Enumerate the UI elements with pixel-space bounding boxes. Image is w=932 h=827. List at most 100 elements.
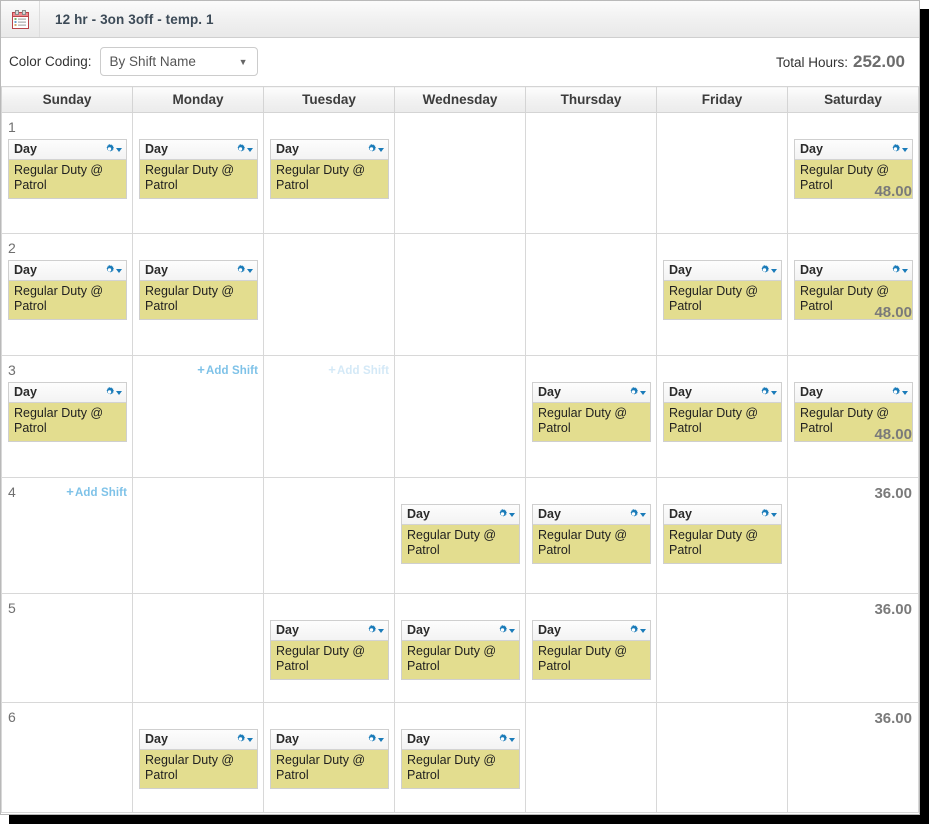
- shift-card[interactable]: Day Regular Duty @ Patrol: [139, 139, 258, 199]
- day-cell-wednesday-week-6[interactable]: +Add Shift Day Regular Duty @ Patrol: [394, 702, 526, 813]
- shift-menu-button[interactable]: [890, 265, 908, 276]
- shift-menu-button[interactable]: [497, 734, 515, 745]
- shift-card[interactable]: Day Regular Duty @ Patrol: [270, 729, 389, 789]
- day-cell-sunday-week-4[interactable]: 4 +Add Shift: [1, 477, 133, 594]
- shift-card[interactable]: Day Regular Duty @ Patrol: [270, 620, 389, 680]
- day-cell-friday-week-2[interactable]: +Add Shift Day Regular Duty @ Patrol: [656, 233, 788, 356]
- shift-menu-button[interactable]: [235, 144, 253, 155]
- chevron-down-icon: [640, 512, 646, 517]
- shift-menu-button[interactable]: [759, 387, 777, 398]
- day-cell-saturday-week-2[interactable]: +Add ShiftDayRegular Duty @ Patrol48.00: [787, 233, 919, 356]
- shift-card[interactable]: Day Regular Duty @ Patrol: [532, 620, 651, 680]
- color-coding-label: Color Coding:: [9, 54, 92, 69]
- shift-menu-button[interactable]: [497, 625, 515, 636]
- day-cell-wednesday-week-1[interactable]: +Add Shift: [394, 112, 526, 234]
- shift-menu-button[interactable]: [759, 265, 777, 276]
- shift-card-header: Day: [664, 505, 781, 525]
- shift-menu-button[interactable]: [497, 509, 515, 520]
- day-cell-monday-week-4[interactable]: +Add Shift: [132, 477, 264, 594]
- shift-card[interactable]: Day Regular Duty @ Patrol: [401, 620, 520, 680]
- shift-card-header: Day: [533, 621, 650, 641]
- shift-name: Day: [800, 142, 823, 157]
- shift-card[interactable]: Day Regular Duty @ Patrol: [8, 382, 127, 442]
- day-cell-tuesday-week-2[interactable]: +Add Shift: [263, 233, 395, 356]
- shift-name: Day: [538, 507, 561, 522]
- day-cell-thursday-week-3[interactable]: +Add Shift Day Regular Duty @ Patrol: [525, 355, 657, 478]
- day-cell-wednesday-week-5[interactable]: +Add Shift Day Regular Duty @ Patrol: [394, 593, 526, 703]
- shift-menu-button[interactable]: [104, 144, 122, 155]
- day-cell-thursday-week-5[interactable]: +Add Shift Day Regular Duty @ Patrol: [525, 593, 657, 703]
- day-cell-sunday-week-1[interactable]: 1+Add Shift Day Regular Duty @ Patrol: [1, 112, 133, 234]
- day-cell-friday-week-4[interactable]: +Add Shift Day Regular Duty @ Patrol: [656, 477, 788, 594]
- shift-card[interactable]: Day Regular Duty @ Patrol: [532, 382, 651, 442]
- day-cell-tuesday-week-1[interactable]: +Add Shift Day Regular Duty @ Patrol: [263, 112, 395, 234]
- shift-menu-button[interactable]: [235, 734, 253, 745]
- shift-menu-button[interactable]: [366, 734, 384, 745]
- day-cell-tuesday-week-5[interactable]: +Add Shift Day Regular Duty @ Patrol: [263, 593, 395, 703]
- day-cell-saturday-week-5[interactable]: +Add Shift36.00: [787, 593, 919, 703]
- shift-menu-button[interactable]: [366, 625, 384, 636]
- day-cell-wednesday-week-3[interactable]: +Add Shift: [394, 355, 526, 478]
- shift-menu-button[interactable]: [104, 387, 122, 398]
- shift-menu-button[interactable]: [366, 144, 384, 155]
- day-cell-saturday-week-3[interactable]: +Add ShiftDayRegular Duty @ Patrol48.00: [787, 355, 919, 478]
- day-cell-saturday-week-6[interactable]: +Add Shift36.00: [787, 702, 919, 813]
- add-shift-link[interactable]: +Add Shift: [197, 362, 258, 377]
- shift-card[interactable]: Day Regular Duty @ Patrol: [8, 260, 127, 320]
- day-cell-saturday-week-4[interactable]: +Add Shift36.00: [787, 477, 919, 594]
- shift-menu-button[interactable]: [628, 387, 646, 398]
- day-cell-friday-week-6[interactable]: +Add Shift: [656, 702, 788, 813]
- day-cell-friday-week-5[interactable]: +Add Shift: [656, 593, 788, 703]
- day-cell-tuesday-week-4[interactable]: +Add Shift: [263, 477, 395, 594]
- day-cell-wednesday-week-2[interactable]: +Add Shift: [394, 233, 526, 356]
- gear-icon: [104, 144, 115, 155]
- day-cell-thursday-week-4[interactable]: +Add Shift Day Regular Duty @ Patrol: [525, 477, 657, 594]
- shift-menu-button[interactable]: [104, 265, 122, 276]
- day-cell-head: +Add Shift: [532, 482, 651, 501]
- shift-card[interactable]: Day Regular Duty @ Patrol: [532, 504, 651, 564]
- day-cell-tuesday-week-3[interactable]: +Add Shift: [263, 355, 395, 478]
- shift-card[interactable]: Day Regular Duty @ Patrol: [663, 382, 782, 442]
- shift-card[interactable]: Day Regular Duty @ Patrol: [663, 504, 782, 564]
- shift-card[interactable]: Day Regular Duty @ Patrol: [139, 260, 258, 320]
- shift-menu-button[interactable]: [628, 625, 646, 636]
- day-cell-monday-week-6[interactable]: +Add Shift Day Regular Duty @ Patrol: [132, 702, 264, 813]
- day-cell-monday-week-1[interactable]: +Add Shift Day Regular Duty @ Patrol: [132, 112, 264, 234]
- shift-menu-button[interactable]: [890, 144, 908, 155]
- shift-name: Day: [538, 385, 561, 400]
- day-cell-friday-week-1[interactable]: +Add Shift: [656, 112, 788, 234]
- shift-card[interactable]: Day Regular Duty @ Patrol: [401, 504, 520, 564]
- day-cell-monday-week-2[interactable]: +Add Shift Day Regular Duty @ Patrol: [132, 233, 264, 356]
- day-cell-monday-week-3[interactable]: +Add Shift: [132, 355, 264, 478]
- day-cell-head: +Add Shift: [794, 360, 913, 379]
- shift-menu-button[interactable]: [890, 387, 908, 398]
- shift-card[interactable]: Day Regular Duty @ Patrol: [8, 139, 127, 199]
- color-coding-select[interactable]: By Shift Name ▼: [99, 47, 258, 76]
- shift-card[interactable]: Day Regular Duty @ Patrol: [139, 729, 258, 789]
- day-cell-head: +Add Shift: [139, 707, 258, 726]
- chevron-down-icon: [902, 268, 908, 273]
- shift-menu-button[interactable]: [235, 265, 253, 276]
- day-cell-thursday-week-1[interactable]: +Add Shift: [525, 112, 657, 234]
- day-cell-thursday-week-2[interactable]: +Add Shift: [525, 233, 657, 356]
- add-shift-link[interactable]: +Add Shift: [66, 484, 127, 499]
- day-cell-sunday-week-5[interactable]: 5+Add Shift: [1, 593, 133, 703]
- shift-name: Day: [276, 142, 299, 157]
- day-cell-inner: +Add Shift Day Regular Duty @ Patrol: [264, 703, 394, 793]
- add-shift-link[interactable]: +Add Shift: [328, 362, 389, 377]
- shift-card[interactable]: Day Regular Duty @ Patrol: [270, 139, 389, 199]
- day-cell-friday-week-3[interactable]: +Add Shift Day Regular Duty @ Patrol: [656, 355, 788, 478]
- day-cell-tuesday-week-6[interactable]: +Add Shift Day Regular Duty @ Patrol: [263, 702, 395, 813]
- day-cell-saturday-week-1[interactable]: +Add ShiftDayRegular Duty @ Patrol48.00: [787, 112, 919, 234]
- day-cell-sunday-week-2[interactable]: 2+Add Shift Day Regular Duty @ Patrol: [1, 233, 133, 356]
- day-cell-thursday-week-6[interactable]: +Add Shift: [525, 702, 657, 813]
- shift-detail: Regular Duty @ Patrol: [402, 525, 519, 563]
- shift-card[interactable]: Day Regular Duty @ Patrol: [663, 260, 782, 320]
- shift-card[interactable]: Day Regular Duty @ Patrol: [401, 729, 520, 789]
- day-cell-monday-week-5[interactable]: +Add Shift: [132, 593, 264, 703]
- day-cell-sunday-week-6[interactable]: 6+Add Shift: [1, 702, 133, 813]
- shift-menu-button[interactable]: [628, 509, 646, 520]
- shift-menu-button[interactable]: [759, 509, 777, 520]
- day-cell-sunday-week-3[interactable]: 3+Add Shift Day Regular Duty @ Patrol: [1, 355, 133, 478]
- day-cell-wednesday-week-4[interactable]: +Add Shift Day Regular Duty @ Patrol: [394, 477, 526, 594]
